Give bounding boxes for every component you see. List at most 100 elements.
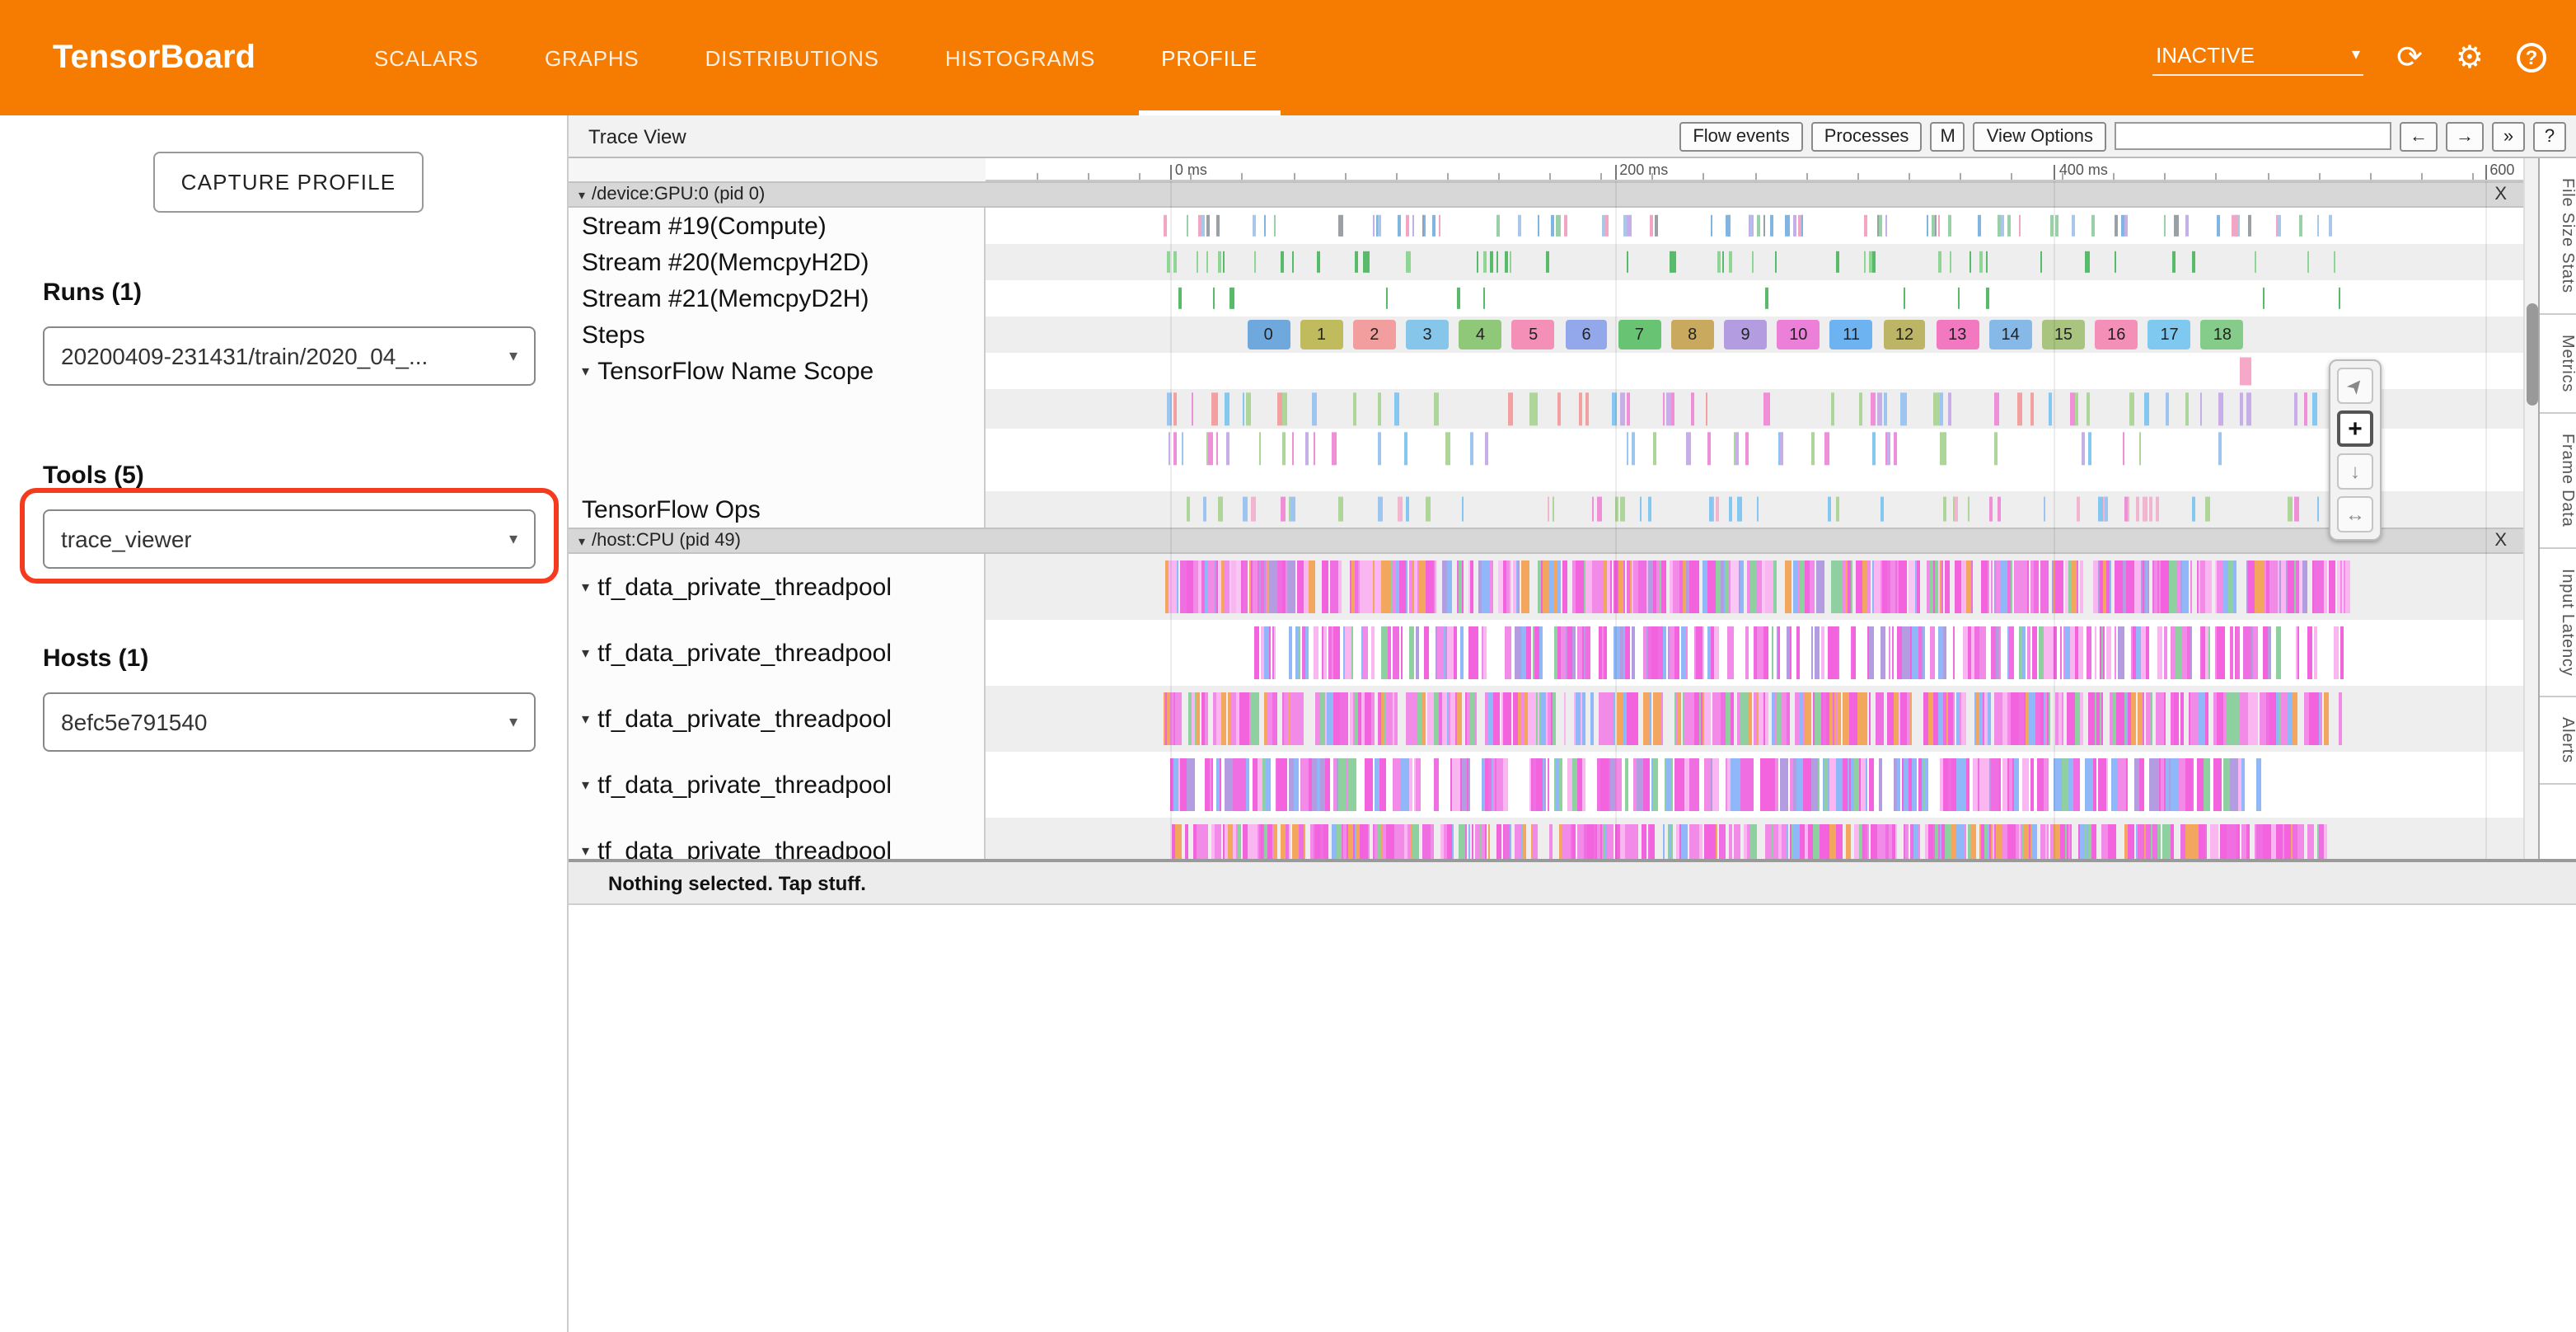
trace-event[interactable] (1608, 824, 1614, 859)
trace-event[interactable] (2334, 251, 2336, 273)
trace-event[interactable] (2288, 692, 2293, 745)
trace-event[interactable] (1453, 626, 1458, 679)
trace-event[interactable] (1992, 758, 1999, 811)
trace-event[interactable] (1829, 497, 1831, 523)
trace-event[interactable] (1482, 560, 1486, 613)
trace-event[interactable] (1941, 824, 1945, 859)
timing-tool-button[interactable]: ↔ (2337, 496, 2373, 532)
trace-event[interactable] (1689, 560, 1697, 613)
trace-event[interactable] (1265, 758, 1271, 811)
trace-event[interactable] (1745, 432, 1749, 464)
trace-event[interactable] (1923, 626, 1925, 679)
trace-event[interactable] (1393, 560, 1396, 613)
trace-event[interactable] (2060, 758, 2068, 811)
trace-event[interactable] (1600, 692, 1605, 745)
trace-event[interactable] (1713, 758, 1718, 811)
track-label[interactable] (569, 389, 986, 429)
trace-event[interactable] (1871, 392, 1876, 424)
trace-event[interactable] (1717, 758, 1719, 811)
trace-event[interactable] (1798, 758, 1804, 811)
trace-event[interactable] (1812, 432, 1815, 464)
trace-event[interactable] (1982, 560, 1988, 613)
track-lane[interactable] (986, 244, 2523, 280)
trace-event[interactable] (2295, 626, 2297, 679)
trace-event[interactable] (2295, 392, 2298, 424)
trace-event[interactable] (2161, 560, 2165, 613)
trace-event[interactable] (2218, 215, 2220, 237)
trace-event[interactable] (1567, 626, 1572, 679)
trace-event[interactable] (1482, 758, 1485, 811)
refresh-icon[interactable]: ⟳ (2396, 42, 2423, 73)
track-lane[interactable]: 0123456789101112131415161718 (986, 317, 2523, 353)
trace-event[interactable] (1393, 758, 1402, 811)
trace-search-input[interactable] (2115, 122, 2391, 150)
trace-event[interactable] (1643, 626, 1647, 679)
trace-event[interactable] (1164, 215, 1168, 237)
trace-event[interactable] (1339, 497, 1344, 523)
trace-event[interactable] (1632, 824, 1639, 859)
trace-event[interactable] (2256, 758, 2261, 811)
trace-event[interactable] (1733, 432, 1735, 464)
trace-event[interactable] (2204, 758, 2206, 811)
trace-event[interactable] (1901, 392, 1907, 424)
trace-event[interactable] (1670, 824, 1672, 859)
trace-event[interactable] (2106, 758, 2109, 811)
trace-event[interactable] (1378, 432, 1381, 464)
trace-event[interactable] (2058, 692, 2061, 745)
trace-event[interactable] (2088, 432, 2091, 464)
trace-event[interactable] (2270, 560, 2278, 613)
trace-event[interactable] (2218, 432, 2222, 464)
trace-event[interactable] (2044, 497, 2046, 523)
trace-event[interactable] (2278, 215, 2280, 237)
trace-event[interactable] (2224, 560, 2228, 613)
trace-event[interactable] (1989, 824, 1991, 859)
trace-event[interactable] (1447, 824, 1453, 859)
trace-event[interactable] (1969, 251, 1972, 273)
trace-event[interactable] (1393, 626, 1398, 679)
step-block[interactable]: 8 (1671, 320, 1714, 349)
trace-event[interactable] (1523, 824, 1527, 859)
trace-event[interactable] (1891, 626, 1894, 679)
trace-event[interactable] (1614, 626, 1620, 679)
trace-event[interactable] (2008, 824, 2016, 859)
trace-event[interactable] (1438, 215, 1440, 237)
trace-event[interactable] (2123, 432, 2124, 464)
trace-event[interactable] (2145, 692, 2150, 745)
trace-event[interactable] (2040, 692, 2044, 745)
trace-event[interactable] (1534, 392, 1537, 424)
trace-event[interactable] (1823, 692, 1827, 745)
trace-event[interactable] (1719, 824, 1726, 859)
trace-event[interactable] (1620, 497, 1625, 523)
trace-event[interactable] (2152, 824, 2158, 859)
trace-event[interactable] (1333, 626, 1339, 679)
trace-event[interactable] (1332, 824, 1337, 859)
trace-event[interactable] (1230, 692, 1236, 745)
trace-event[interactable] (1445, 626, 1446, 679)
trace-event[interactable] (1412, 560, 1413, 613)
trace-event[interactable] (1317, 251, 1320, 273)
trace-event[interactable] (1777, 692, 1782, 745)
more-button[interactable]: » (2492, 121, 2525, 151)
trace-event[interactable] (2011, 692, 2017, 745)
trace-event[interactable] (1873, 251, 1876, 273)
trace-event[interactable] (2296, 560, 2299, 613)
trace-event[interactable] (1766, 560, 1773, 613)
trace-event[interactable] (1490, 251, 1492, 273)
trace-event[interactable] (1980, 251, 1984, 273)
trace-event[interactable] (2247, 560, 2254, 613)
trace-event[interactable] (2202, 626, 2204, 679)
step-block[interactable]: 10 (1777, 320, 1820, 349)
trace-event[interactable] (1784, 560, 1792, 613)
trace-event[interactable] (1251, 692, 1259, 745)
trace-event[interactable] (1488, 758, 1492, 811)
trace-event[interactable] (2163, 626, 2166, 679)
trace-event[interactable] (2125, 215, 2127, 237)
trace-event[interactable] (1790, 626, 1791, 679)
trace-event[interactable] (2082, 432, 2086, 464)
trace-event[interactable] (1415, 626, 1418, 679)
trace-event[interactable] (1955, 497, 1959, 523)
trace-event[interactable] (1281, 251, 1284, 273)
trace-event[interactable] (1301, 626, 1305, 679)
trace-event[interactable] (2049, 215, 2053, 237)
trace-event[interactable] (1176, 692, 1181, 745)
